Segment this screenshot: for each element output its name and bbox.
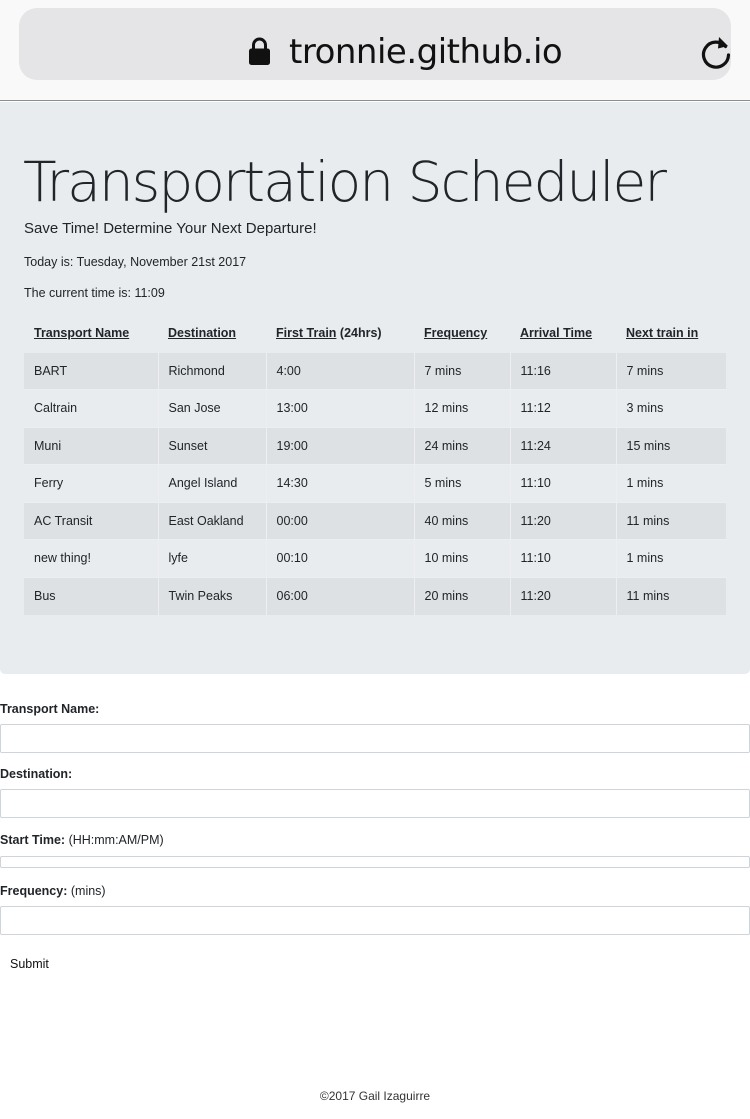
destination-input[interactable]: [0, 789, 750, 818]
start-time-input[interactable]: [0, 856, 750, 868]
table-row: Caltrain San Jose 13:00 12 mins 11:12 3 mins: [24, 389, 726, 427]
cell-next-train: 1 mins: [616, 539, 726, 577]
cell-first-train: 4:00: [266, 351, 415, 390]
cell-destination: Sunset: [158, 426, 267, 465]
column-header-arrival-time: Arrival Time: [510, 314, 616, 353]
transport-name-label: Transport Name:: [0, 702, 100, 716]
reload-icon[interactable]: [699, 34, 733, 70]
column-header-first-train: First Train (24hrs): [266, 314, 414, 353]
cell-next-train: 11 mins: [616, 501, 726, 540]
frequency-input[interactable]: [0, 906, 750, 935]
cell-transport-name: Muni: [24, 426, 159, 465]
cell-transport-name: Bus: [24, 576, 159, 615]
cell-frequency: 24 mins: [414, 426, 511, 465]
submit-button[interactable]: Submit: [0, 953, 59, 975]
page-subtitle: Save Time! Determine Your Next Departure…: [24, 220, 317, 237]
column-header-next-train: Next train in: [616, 314, 726, 353]
table-row: Bus Twin Peaks 06:00 20 mins 11:20 11 mins: [24, 576, 726, 615]
table-row: AC Transit East Oakland 00:00 40 mins 11:20 1…: [24, 501, 726, 540]
frequency-hint: (mins): [70, 884, 106, 898]
frequency-label: Frequency: (mins): [0, 884, 106, 898]
cell-transport-name: AC Transit: [24, 501, 159, 540]
cell-transport-name: new thing!: [24, 539, 159, 577]
start-time-label: Start Time: (HH:mm:AM/PM): [0, 833, 164, 847]
cell-frequency: 5 mins: [414, 464, 511, 502]
today-date: Today is: Tuesday, November 21st 2017: [24, 255, 247, 269]
cell-next-train: 15 mins: [616, 426, 726, 465]
destination-label: Destination:: [0, 767, 73, 781]
cell-next-train: 3 mins: [616, 389, 726, 427]
cell-destination: lyfe: [158, 539, 267, 577]
cell-next-train: 1 mins: [616, 464, 726, 502]
cell-frequency: 20 mins: [414, 576, 511, 615]
table-row: BART Richmond 4:00 7 mins 11:16 7 mins: [24, 351, 726, 390]
cell-first-train: 06:00: [266, 576, 415, 615]
jumbotron: Transportation Scheduler Save Time! Dete…: [0, 102, 750, 674]
cell-arrival-time: 11:12: [510, 389, 617, 427]
cell-first-train: 00:10: [266, 539, 415, 577]
cell-transport-name: Caltrain: [24, 389, 159, 427]
column-header-frequency: Frequency: [414, 314, 510, 353]
column-header-transport-name: Transport Name: [24, 314, 158, 353]
cell-arrival-time: 11:16: [510, 351, 617, 390]
schedule-table: Transport Name Destination First Train (…: [24, 314, 726, 615]
cell-first-train: 13:00: [266, 389, 415, 427]
cell-first-train: 19:00: [266, 426, 415, 465]
cell-frequency: 12 mins: [414, 389, 511, 427]
column-header-destination: Destination: [158, 314, 266, 353]
table-row: Muni Sunset 19:00 24 mins 11:24 15 mins: [24, 426, 726, 465]
cell-destination: Angel Island: [158, 464, 267, 502]
cell-destination: Richmond: [158, 351, 267, 390]
transport-name-input[interactable]: [0, 724, 750, 753]
cell-first-train: 00:00: [266, 501, 415, 540]
schedule-body: BART Richmond 4:00 7 mins 11:16 7 mins Caltrai…: [24, 351, 726, 615]
cell-destination: San Jose: [158, 389, 267, 427]
cell-arrival-time: 11:10: [510, 464, 617, 502]
cell-frequency: 10 mins: [414, 539, 511, 577]
table-row: Ferry Angel Island 14:30 5 mins 11:10 1 mins: [24, 464, 726, 502]
cell-arrival-time: 11:20: [510, 576, 617, 615]
cell-next-train: 11 mins: [616, 576, 726, 615]
cell-frequency: 40 mins: [414, 501, 511, 540]
cell-first-train: 14:30: [266, 464, 415, 502]
start-time-hint: (HH:mm:AM/PM): [68, 833, 164, 847]
footer-copyright: ©2017 Gail Izaguirre: [319, 1089, 431, 1103]
cell-next-train: 7 mins: [616, 351, 726, 390]
cell-destination: Twin Peaks: [158, 576, 267, 615]
cell-destination: East Oakland: [158, 501, 267, 540]
table-header-row: Transport Name Destination First Train (…: [24, 314, 726, 353]
current-time: The current time is: 11:09: [24, 286, 165, 300]
cell-frequency: 7 mins: [414, 351, 511, 390]
page-title: Transportation Scheduler: [23, 150, 667, 214]
cell-arrival-time: 11:10: [510, 539, 617, 577]
browser-address-bar: tronnie.github.io: [0, 0, 750, 101]
cell-transport-name: BART: [24, 351, 159, 390]
url-text: tronnie.github.io: [289, 32, 563, 72]
cell-transport-name: Ferry: [24, 464, 159, 502]
cell-arrival-time: 11:24: [510, 426, 617, 465]
cell-arrival-time: 11:20: [510, 501, 617, 540]
table-row: new thing! lyfe 00:10 10 mins 11:10 1 mins: [24, 539, 726, 577]
lock-icon: [249, 37, 270, 65]
url-field[interactable]: tronnie.github.io: [19, 8, 731, 80]
